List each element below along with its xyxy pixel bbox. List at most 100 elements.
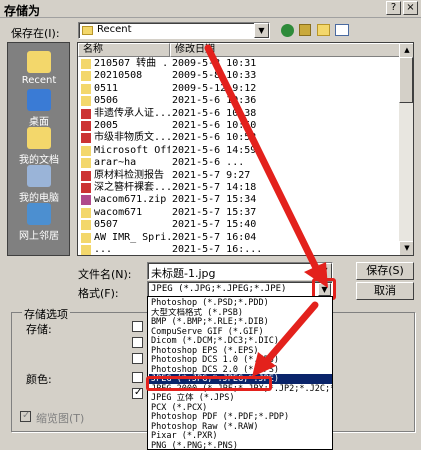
desktop-icon bbox=[27, 89, 51, 111]
place-desktop[interactable]: 桌面 bbox=[8, 89, 70, 128]
store-checkbox-3[interactable] bbox=[132, 353, 143, 364]
file-icon bbox=[81, 207, 91, 218]
place-network[interactable]: 网上邻居 bbox=[8, 203, 70, 242]
file-name: Microsoft Off... bbox=[94, 144, 170, 156]
file-icon bbox=[81, 108, 91, 119]
vertical-scrollbar[interactable]: ▲ ▼ bbox=[399, 43, 413, 255]
file-row[interactable]: ... 2021-5-7 16:... bbox=[78, 243, 400, 255]
file-date: 2021-5-7 9:27 bbox=[172, 169, 251, 181]
file-name: 原材料检测报告 bbox=[94, 169, 164, 181]
file-date: 2021-5-7 16:... bbox=[172, 244, 263, 255]
save-button[interactable]: 保存(S) bbox=[356, 262, 414, 280]
place-computer[interactable]: 我的电脑 bbox=[8, 165, 70, 204]
filename-label: 文件名(N): bbox=[78, 268, 132, 281]
store-label: 存储: bbox=[26, 323, 52, 336]
store-checkbox-2[interactable] bbox=[132, 337, 143, 348]
file-row[interactable]: 210507 转曲 ...2009-5-8 10:31 bbox=[78, 57, 400, 70]
file-name: 0506 bbox=[94, 95, 119, 107]
file-row[interactable]: 市级非物质文... 2021-5-6 10:52 bbox=[78, 131, 400, 144]
file-list[interactable]: 名称 修改日期 210507 转曲 ...2009-5-8 10:3120210… bbox=[77, 42, 414, 256]
file-row[interactable]: 0511 2009-5-12 9:12 bbox=[78, 82, 400, 95]
back-icon[interactable] bbox=[281, 24, 294, 37]
column-name-header[interactable]: 名称 bbox=[78, 43, 170, 57]
file-icon bbox=[81, 170, 91, 181]
file-date: 2021-5-7 15:40 bbox=[172, 219, 257, 231]
save-in-label: 保存在(I): bbox=[11, 27, 60, 40]
file-name: 210507 转曲 ... bbox=[94, 58, 170, 69]
file-row[interactable]: 非遗传承人证... 2021-5-6 10:38 bbox=[78, 107, 400, 120]
color-label: 颜色: bbox=[26, 373, 52, 386]
filename-value: 未标题-1.jpg bbox=[151, 267, 216, 280]
scroll-thumb[interactable] bbox=[399, 57, 413, 103]
file-name: arar~ha bbox=[94, 157, 137, 169]
file-name: 0511 bbox=[94, 82, 119, 94]
file-icon bbox=[81, 183, 91, 193]
store-checkbox-1[interactable] bbox=[132, 321, 143, 332]
file-row[interactable]: 2005 2021-5-6 10:50 bbox=[78, 119, 400, 132]
file-row[interactable]: Microsoft Off...2021-5-6 14:59 bbox=[78, 144, 400, 157]
scroll-down-button[interactable]: ▼ bbox=[399, 241, 413, 255]
documents-icon bbox=[27, 127, 51, 149]
file-date: 2021-5-6 ... bbox=[172, 157, 245, 169]
check-icon: ✓ bbox=[134, 387, 143, 398]
file-row[interactable]: 原材料检测报告 2021-5-7 9:27 bbox=[78, 169, 400, 182]
places-bar: Recent 桌面 我的文档 我的电脑 网上邻居 bbox=[7, 42, 70, 256]
save-in-combo[interactable]: Recent ▼ bbox=[78, 22, 270, 39]
new-folder-icon[interactable] bbox=[317, 24, 330, 36]
place-label: Recent bbox=[21, 75, 57, 86]
file-icon bbox=[81, 245, 91, 255]
save-in-value: Recent bbox=[97, 24, 132, 35]
computer-icon bbox=[27, 165, 51, 187]
file-name: wacom671 bbox=[94, 206, 143, 218]
file-date: 2021-5-6 10:36 bbox=[172, 95, 257, 107]
file-name: 2005 bbox=[94, 120, 119, 131]
file-name: 深之簪杆裸套... bbox=[94, 182, 170, 193]
file-date: 2021-5-6 14:59 bbox=[172, 144, 257, 156]
format-dropdown-list[interactable]: Photoshop (*.PSD;*.PDD) 大型文档格式 (*.PSB) BMP… bbox=[147, 296, 333, 450]
file-row[interactable]: 20210508 2009-5-8 10:33 bbox=[78, 69, 400, 82]
format-label: 格式(F): bbox=[78, 287, 119, 300]
file-row[interactable]: 0507 2021-5-7 15:40 bbox=[78, 218, 400, 231]
file-row[interactable]: wacom671 2021-5-7 15:37 bbox=[78, 206, 400, 219]
file-date: 2009-5-8 10:31 bbox=[172, 58, 257, 69]
chevron-down-icon[interactable]: ▼ bbox=[317, 263, 332, 279]
window-title: 存储为 bbox=[4, 4, 41, 18]
file-date: 2021-5-6 10:50 bbox=[172, 120, 257, 131]
file-date: 2009-5-12 9:12 bbox=[172, 82, 257, 94]
color-checkbox-1[interactable] bbox=[132, 372, 143, 383]
jpeg-option-highlight bbox=[146, 376, 272, 391]
format-option[interactable]: PNG (*.PNG;*.PNS) bbox=[149, 441, 332, 450]
check-icon: ✓ bbox=[22, 410, 31, 421]
file-date: 2021-5-7 15:37 bbox=[172, 206, 257, 218]
file-date: 2021-5-7 15:34 bbox=[172, 194, 257, 206]
up-folder-icon[interactable] bbox=[299, 24, 311, 36]
close-button[interactable]: × bbox=[403, 1, 418, 15]
file-date: 2009-5-8 10:33 bbox=[172, 70, 257, 82]
file-row[interactable]: AW IMR_ Spri...2021-5-7 16:04 bbox=[78, 231, 400, 244]
place-recent[interactable]: Recent bbox=[8, 51, 70, 86]
file-row[interactable]: 深之簪杆裸套... 2021-5-7 14:18 bbox=[78, 181, 400, 194]
cancel-button[interactable]: 取消 bbox=[356, 282, 414, 300]
place-documents[interactable]: 我的文档 bbox=[8, 127, 70, 166]
thumbnail-checkbox[interactable]: ✓ bbox=[20, 410, 31, 422]
filename-input[interactable]: 未标题-1.jpg ▼ bbox=[147, 262, 333, 280]
file-row[interactable]: arar~ha 2021-5-6 ... bbox=[78, 156, 400, 169]
chevron-down-icon[interactable]: ▼ bbox=[254, 23, 269, 38]
column-date-header[interactable]: 修改日期 bbox=[170, 43, 400, 57]
file-name: 0507 bbox=[94, 219, 119, 231]
file-icon bbox=[81, 121, 91, 131]
color-checkbox-2[interactable]: ✓ bbox=[132, 387, 143, 399]
file-date: 2021-5-7 16:04 bbox=[172, 231, 257, 243]
file-icon bbox=[81, 158, 91, 169]
file-row[interactable]: wacom671.zip 2021-5-7 15:34 bbox=[78, 193, 400, 206]
help-button[interactable]: ? bbox=[386, 1, 401, 15]
file-icon bbox=[81, 220, 91, 231]
view-menu-icon[interactable] bbox=[335, 24, 349, 36]
file-date: 2021-5-6 10:52 bbox=[172, 132, 257, 144]
file-date: 2021-5-7 14:18 bbox=[172, 182, 257, 193]
title-bar: 存储为 ? × bbox=[0, 0, 421, 18]
file-icon bbox=[81, 145, 91, 156]
file-row[interactable]: 0506 2021-5-6 10:36 bbox=[78, 94, 400, 107]
thumbnail-label: 缩览图(T) bbox=[36, 412, 85, 425]
format-value: JPEG (*.JPG;*.JPEG;*.JPE) bbox=[151, 284, 287, 294]
